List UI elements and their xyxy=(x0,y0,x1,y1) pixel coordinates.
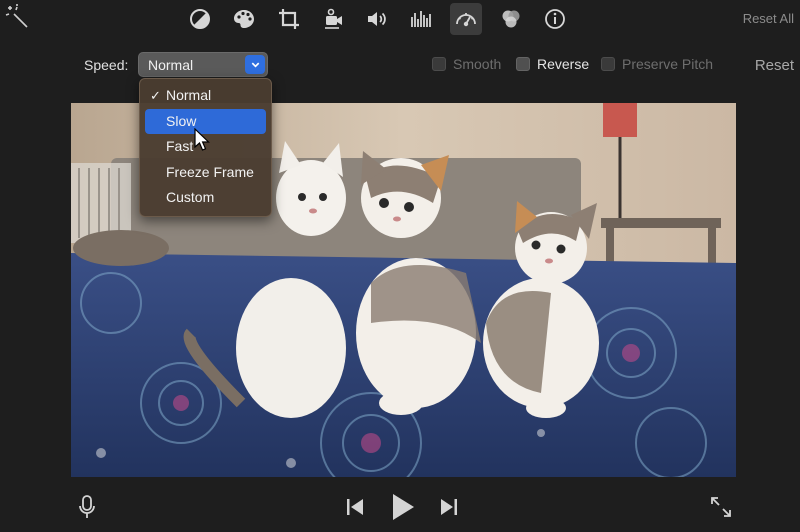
speed-selected-value: Normal xyxy=(148,57,194,73)
noise-reduction-icon[interactable] xyxy=(405,3,437,35)
smooth-checkbox[interactable]: Smooth xyxy=(432,56,501,72)
smooth-label: Smooth xyxy=(453,56,502,72)
reset-button[interactable]: Reset xyxy=(755,57,794,74)
reverse-checkbox[interactable]: Reverse xyxy=(516,56,589,72)
magic-wand-icon[interactable] xyxy=(4,4,30,30)
stabilization-icon[interactable] xyxy=(317,3,349,35)
mouse-pointer-icon xyxy=(194,128,210,151)
checkmark-icon: ✓ xyxy=(150,88,161,103)
menu-item-label: Slow xyxy=(166,112,197,129)
reset-all-button[interactable]: Reset All xyxy=(743,11,794,26)
crop-icon[interactable] xyxy=(273,3,305,35)
menu-item-label: Normal xyxy=(166,87,212,103)
speed-icon[interactable] xyxy=(450,3,482,35)
checkbox-box xyxy=(601,57,615,71)
speed-select[interactable]: Normal xyxy=(138,52,268,77)
info-icon[interactable] xyxy=(539,3,571,35)
menu-item-label: Custom xyxy=(166,189,215,205)
microphone-icon[interactable] xyxy=(77,494,97,525)
menu-item-normal[interactable]: ✓ Normal xyxy=(140,83,271,109)
preserve-pitch-label: Preserve Pitch xyxy=(622,56,714,72)
menu-item-custom[interactable]: Custom xyxy=(140,185,271,211)
checkbox-box xyxy=(516,57,530,71)
toolbar: Reset All xyxy=(0,0,800,40)
speed-label: Speed: xyxy=(84,57,129,73)
preserve-pitch-checkbox[interactable]: Preserve Pitch xyxy=(601,56,713,72)
menu-item-freeze-frame[interactable]: Freeze Frame xyxy=(140,160,271,186)
play-icon[interactable] xyxy=(391,493,415,526)
chevron-down-icon xyxy=(245,55,265,74)
color-correction-icon[interactable] xyxy=(228,3,260,35)
video-overlay-icon[interactable] xyxy=(495,3,527,35)
menu-item-label: Fast xyxy=(166,138,194,154)
volume-icon[interactable] xyxy=(361,3,393,35)
reverse-label: Reverse xyxy=(537,56,590,72)
color-balance-icon[interactable] xyxy=(184,3,216,35)
checkbox-box xyxy=(432,57,446,71)
skip-forward-icon[interactable] xyxy=(440,498,458,521)
skip-back-icon[interactable] xyxy=(346,498,364,521)
menu-item-label: Freeze Frame xyxy=(166,163,254,180)
fullscreen-icon[interactable] xyxy=(710,496,732,523)
